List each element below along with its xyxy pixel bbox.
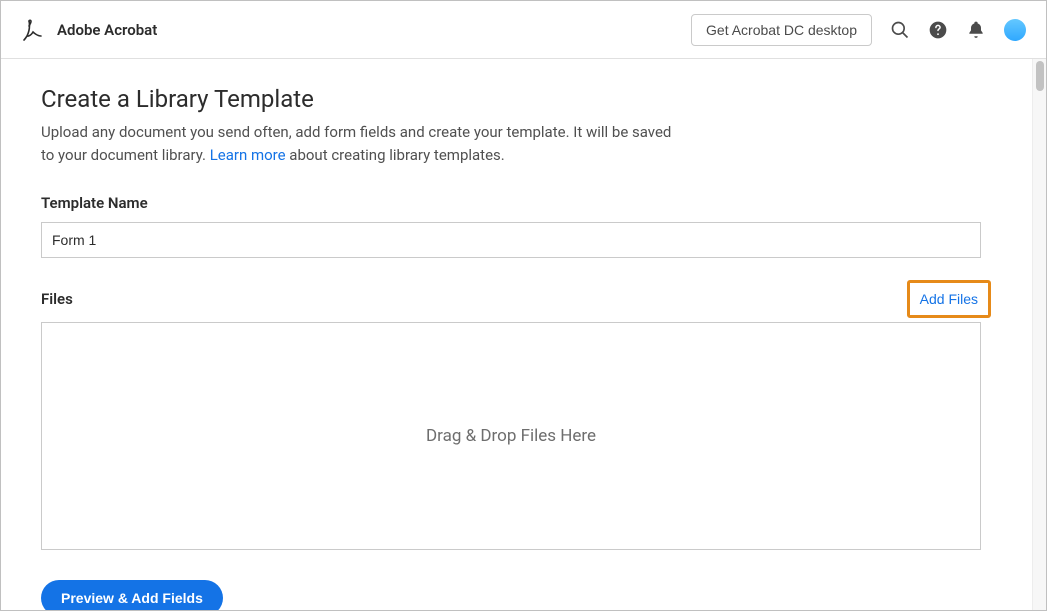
header-left: Adobe Acrobat — [21, 18, 157, 42]
notifications-icon[interactable] — [966, 20, 986, 40]
search-icon[interactable] — [890, 20, 910, 40]
add-files-button[interactable]: Add Files — [910, 283, 988, 315]
content-wrapper: Create a Library Template Upload any doc… — [1, 59, 1046, 610]
file-dropzone[interactable]: Drag & Drop Files Here — [41, 322, 981, 550]
avatar[interactable] — [1004, 19, 1026, 41]
dropzone-text: Drag & Drop Files Here — [426, 426, 596, 446]
app-name: Adobe Acrobat — [57, 21, 157, 39]
get-desktop-button[interactable]: Get Acrobat DC desktop — [691, 14, 872, 46]
page-description: Upload any document you send often, add … — [41, 121, 681, 166]
header: Adobe Acrobat Get Acrobat DC desktop — [1, 1, 1046, 59]
template-name-input[interactable] — [41, 222, 981, 258]
page-title: Create a Library Template — [41, 85, 992, 113]
scrollbar[interactable] — [1032, 59, 1046, 610]
files-label: Files — [41, 290, 73, 308]
learn-more-link[interactable]: Learn more — [210, 146, 286, 164]
preview-add-fields-button[interactable]: Preview & Add Fields — [41, 580, 223, 610]
description-text-after: about creating library templates. — [286, 146, 505, 164]
template-name-label: Template Name — [41, 194, 992, 212]
acrobat-logo-icon — [21, 18, 45, 42]
main-content: Create a Library Template Upload any doc… — [1, 59, 1032, 610]
help-icon[interactable] — [928, 20, 948, 40]
header-right: Get Acrobat DC desktop — [691, 14, 1026, 46]
files-header: Files Add Files — [41, 280, 991, 318]
add-files-highlight: Add Files — [907, 280, 991, 318]
scrollbar-thumb[interactable] — [1036, 61, 1044, 91]
